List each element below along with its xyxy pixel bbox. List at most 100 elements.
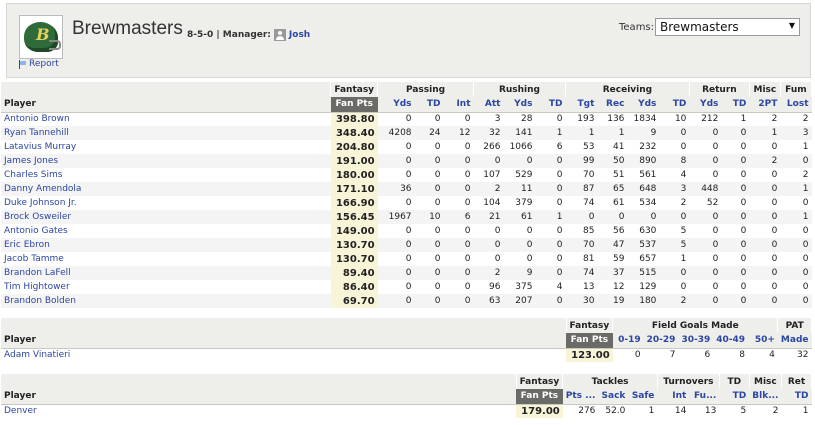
table-row: Denver 179.00 276 52.0 1 14 13 5 2 1 — [1, 404, 812, 418]
player-link[interactable]: Adam Vinatieri — [1, 348, 567, 362]
stat-cell: 193 — [565, 112, 598, 126]
stat-cell: 3 — [473, 112, 504, 126]
col-pat-made[interactable]: Made — [777, 333, 812, 349]
col-fan-pts[interactable]: Fan Pts — [516, 389, 563, 405]
col-misc-2pt[interactable]: 2PT — [749, 97, 781, 113]
player-link[interactable]: Denver — [1, 404, 517, 418]
col-fg-40-49[interactable]: 40-49 — [713, 333, 749, 349]
stat-cell: 0 — [377, 294, 415, 308]
player-link[interactable]: Duke Johnson Jr. — [1, 196, 331, 210]
col-pass-yds[interactable]: Yds — [377, 97, 415, 113]
col-safety[interactable]: Safe — [628, 389, 658, 405]
stat-cell: 0 — [627, 210, 660, 224]
stat-cell: 21 — [473, 210, 504, 224]
col-pass-td[interactable]: TD — [414, 97, 444, 113]
player-link[interactable]: Ryan Tannehill — [1, 126, 331, 140]
player-link[interactable]: Charles Sims — [1, 168, 331, 182]
player-link[interactable]: James Jones — [1, 154, 331, 168]
stat-cell: 0 — [780, 280, 812, 294]
stat-cell: 2 — [749, 154, 781, 168]
col-fg-20-29[interactable]: 20-29 — [643, 333, 679, 349]
group-return: Return — [689, 82, 750, 97]
stat-cell: 0 — [414, 168, 444, 182]
player-link[interactable]: Latavius Murray — [1, 140, 331, 154]
col-rec-rec[interactable]: Rec — [597, 97, 628, 113]
player-group — [1, 374, 517, 389]
stat-cell: 1 — [781, 404, 812, 418]
fan-pts-cell: 180.00 — [330, 168, 378, 182]
stat-cell: 1 — [749, 126, 781, 140]
col-fum-lost[interactable]: Lost — [780, 97, 812, 113]
player-link[interactable]: Jacob Tamme — [1, 252, 331, 266]
stat-cell: 32 — [777, 348, 812, 362]
table-row: Danny Amendola 171.10 36 0 0 2 11 0 87 65 648 3 448 0… — [1, 182, 812, 196]
col-player[interactable]: Player — [1, 97, 331, 113]
col-fumble-rec[interactable]: Fu... — [689, 389, 720, 405]
report-link-label: Report — [29, 59, 59, 69]
stat-cell: 1 — [628, 404, 658, 418]
stat-cell: 81 — [565, 252, 598, 266]
col-sack[interactable]: Sack — [598, 389, 629, 405]
col-fg-0-19[interactable]: 0-19 — [612, 333, 644, 349]
col-def-td[interactable]: TD — [719, 389, 750, 405]
col-fan-pts[interactable]: Fan Pts — [330, 97, 378, 113]
stat-cell: 0 — [780, 238, 812, 252]
stat-cell: 890 — [627, 154, 660, 168]
col-pts-allowed[interactable]: Pts ... — [562, 389, 599, 405]
player-link[interactable]: Brandon LaFell — [1, 266, 331, 280]
col-player[interactable]: Player — [1, 333, 567, 349]
stat-cell: 1 — [659, 252, 690, 266]
col-rec-yds[interactable]: Yds — [627, 97, 660, 113]
player-group — [1, 82, 332, 97]
stat-cell: 36 — [377, 182, 415, 196]
player-link[interactable]: Eric Ebron — [1, 238, 331, 252]
col-rush-att[interactable]: Att — [473, 97, 504, 113]
stat-cell: 61 — [597, 196, 628, 210]
stat-cell: 8 — [659, 154, 690, 168]
col-rec-td[interactable]: TD — [659, 97, 690, 113]
col-ret-td[interactable]: TD — [721, 97, 750, 113]
col-def-int[interactable]: Int — [657, 389, 690, 405]
flag-icon — [18, 59, 27, 69]
stat-cell: 0 — [443, 168, 474, 182]
stat-cell: 87 — [565, 182, 598, 196]
stat-cell: 37 — [597, 266, 628, 280]
stat-cell: 0 — [535, 266, 566, 280]
table-row: Ryan Tannehill 348.40 4208 24 12 32 141 1 1 1 9 0 0 0… — [1, 126, 812, 140]
manager-link[interactable]: Josh — [289, 30, 310, 40]
stat-cell: 232 — [627, 140, 660, 154]
player-link[interactable]: Tim Hightower — [1, 280, 331, 294]
col-ret-yds[interactable]: Yds — [689, 97, 722, 113]
col-fg-30-39[interactable]: 30-39 — [678, 333, 714, 349]
player-link[interactable]: Antonio Brown — [1, 112, 331, 126]
player-link[interactable]: Danny Amendola — [1, 182, 331, 196]
group-fantasy: Fantasy — [516, 374, 564, 389]
stat-cell: 52 — [689, 196, 722, 210]
player-link[interactable]: Brock Osweiler — [1, 210, 331, 224]
stat-cell: 129 — [627, 280, 660, 294]
kicker-table: Fantasy Field Goals Made PAT Player Fan … — [1, 318, 812, 362]
teams-select[interactable]: Brewmasters ▼ — [655, 18, 800, 36]
col-pass-int[interactable]: Int — [443, 97, 474, 113]
col-rush-td[interactable]: TD — [535, 97, 566, 113]
table-row: James Jones 191.00 0 0 0 0 0 0 99 50 890 8 0 0 2 0 — [1, 154, 812, 168]
col-fan-pts[interactable]: Fan Pts — [566, 333, 613, 349]
stat-cell: 375 — [503, 280, 536, 294]
table-row: Tim Hightower 86.40 0 0 0 96 375 4 13 12 129 0 0 0 0 0 — [1, 280, 812, 294]
col-player[interactable]: Player — [1, 389, 517, 405]
stat-cell: 0 — [565, 210, 598, 224]
fan-pts-cell: 89.40 — [330, 266, 378, 280]
col-ret-td[interactable]: TD — [781, 389, 812, 405]
report-link[interactable]: Report — [18, 59, 59, 69]
fan-pts-cell: 69.70 — [330, 294, 378, 308]
col-fg-50-plus[interactable]: 50+ — [748, 333, 778, 349]
stat-cell: 63 — [473, 294, 504, 308]
player-link[interactable]: Antonio Gates — [1, 224, 331, 238]
col-rush-yds[interactable]: Yds — [503, 97, 536, 113]
defense-column-header: Player Fan Pts Pts ... Sack Safe Int Fu.… — [1, 389, 812, 405]
col-blocked[interactable]: Blk... — [749, 389, 782, 405]
player-link[interactable]: Brandon Bolden — [1, 294, 331, 308]
col-rec-tgt[interactable]: Tgt — [565, 97, 598, 113]
stat-cell: 6 — [535, 140, 566, 154]
stat-cell: 0 — [749, 294, 781, 308]
